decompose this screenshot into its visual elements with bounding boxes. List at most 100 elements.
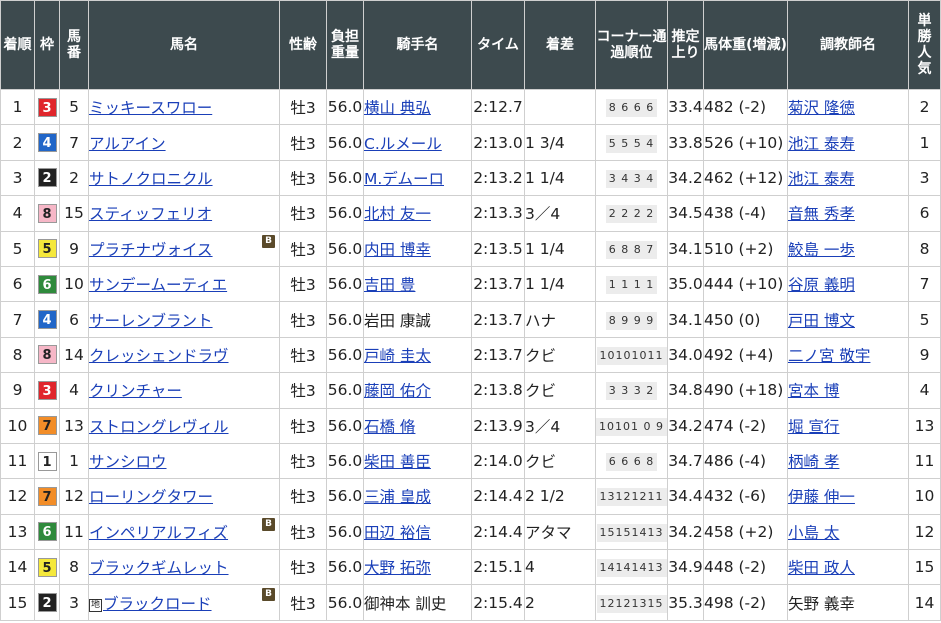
corner-cell: 6 6 6 8 (595, 442, 668, 480)
popularity-cell: 5 (908, 301, 941, 338)
horse-name-link[interactable]: ミッキースワロー (90, 99, 213, 117)
header-num: 馬番 (59, 0, 89, 90)
frame-badge: 4 (37, 133, 57, 153)
margin-cell: 1 3/4 (524, 124, 596, 161)
trainer-link[interactable]: 池江 泰寿 (789, 135, 855, 153)
jockey-link[interactable]: M.デムーロ (365, 170, 445, 188)
header-horse[interactable]: 馬名 (88, 0, 280, 90)
jockey-link[interactable]: 吉田 豊 (365, 276, 416, 294)
trainer-link[interactable]: 堀 宣行 (789, 418, 840, 436)
table-row: 11 1 1 サンシロウ 牡3 56.0 柴田 善臣 2:14.0 クビ 6 6 6 8 34.7 4… (0, 442, 941, 480)
jockey-link[interactable]: 大野 拓弥 (365, 559, 431, 577)
jockey-link[interactable]: 石橋 脩 (365, 418, 416, 436)
margin-cell: 3／4 (524, 195, 596, 232)
jockey-link[interactable]: 柴田 善臣 (365, 453, 431, 471)
jockey-cell: 藤岡 佑介 (363, 372, 472, 409)
corner-cell: 8 6 6 6 (595, 88, 668, 126)
trainer-cell: 池江 泰寿 (787, 124, 909, 161)
popularity-cell: 7 (908, 265, 941, 303)
horse-name-link[interactable]: ローリングタワー (90, 488, 214, 506)
body-weight-cell: 444 (+10) (703, 265, 788, 303)
time-cell: 2:13.9 (471, 407, 525, 444)
trainer-link[interactable]: 柄崎 孝 (789, 453, 840, 471)
header-jockey[interactable]: 騎手名 (363, 0, 472, 90)
horse-name-link[interactable]: インペリアルフィズ (90, 524, 229, 542)
jockey-link[interactable]: 北村 友一 (365, 205, 431, 223)
trainer-link[interactable]: 池江 泰寿 (789, 170, 855, 188)
rank-cell: 3 (0, 159, 35, 197)
trainer-link[interactable]: 小島 太 (789, 524, 840, 542)
blinker-icon: B (262, 588, 275, 602)
horse-number-cell: 4 (59, 372, 89, 409)
frame-cell: 5 (34, 230, 60, 267)
trainer-link[interactable]: 音無 秀孝 (789, 205, 855, 223)
horse-name-link[interactable]: プラチナヴォイス (90, 241, 213, 259)
sex-age-cell: 牡3 (279, 230, 327, 267)
jockey-link[interactable]: 三浦 皇成 (365, 488, 431, 506)
blinker-icon: B (262, 234, 275, 248)
margin-cell (524, 88, 596, 126)
jockey-link[interactable]: 横山 典弘 (365, 99, 431, 117)
frame-cell: 7 (34, 407, 60, 444)
trainer-link[interactable]: 菊沢 隆徳 (789, 99, 855, 117)
horse-name-link[interactable]: サンシロウ (90, 453, 167, 471)
trainer-link[interactable]: 伊藤 伸一 (789, 488, 855, 506)
sex-age-cell: 牡3 (279, 372, 327, 409)
table-row: 4 8 15 スティッフェリオ 牡3 56.0 北村 友一 2:13.3 3／4 2 2 2 2 3… (0, 195, 941, 232)
jockey-cell: 北村 友一 (363, 195, 472, 232)
jockey-name: 岩田 康誠 (364, 311, 431, 330)
horse-name-link[interactable]: クリンチャー (90, 382, 182, 400)
trainer-link[interactable]: 鮫島 一歩 (789, 241, 855, 259)
horse-name-link[interactable]: スティッフェリオ (90, 205, 213, 223)
jockey-link[interactable]: 戸崎 圭太 (365, 347, 431, 365)
rank-cell: 4 (0, 195, 35, 232)
frame-badge: 5 (37, 239, 57, 259)
horse-name-link[interactable]: アルアイン (90, 135, 166, 153)
sex-age-cell: 牡3 (279, 407, 327, 444)
trainer-link[interactable]: 宮本 博 (789, 382, 840, 400)
trainer-cell: 堀 宣行 (787, 407, 909, 444)
trainer-link[interactable]: 戸田 博文 (789, 312, 855, 330)
jockey-name: 御神本 訓史 (364, 594, 447, 613)
frame-badge: 4 (37, 310, 57, 330)
last3f-cell: 34.8 (667, 372, 704, 409)
corner-positions: 10101011 (596, 346, 667, 365)
jockey-link[interactable]: 藤岡 佑介 (365, 382, 431, 400)
jockey-cell: M.デムーロ (363, 159, 472, 197)
horse-name-cell: スティッフェリオ (88, 195, 280, 232)
jockey-link[interactable]: 田辺 裕信 (365, 524, 431, 542)
corner-positions: 1 1 1 1 (605, 276, 658, 295)
table-row: 15 2 3 地ブラックロード B 牡3 56.0 御神本 訓史 2:15.4 2 12121315… (0, 584, 941, 621)
trainer-cell: 鮫島 一歩 (787, 230, 909, 267)
horse-name-link[interactable]: クレッシェンドラヴ (90, 347, 229, 365)
body-weight-cell: 448 (-2) (703, 549, 788, 586)
corner-positions: 15151413 (596, 523, 667, 542)
trainer-name: 矢野 義幸 (788, 594, 855, 613)
table-row: 12 7 12 ローリングタワー 牡3 56.0 三浦 皇成 2:14.4 2 1/2 13121… (0, 478, 941, 515)
horse-name-link[interactable]: サーレンブラント (90, 312, 213, 330)
horse-number-cell: 1 (59, 442, 89, 480)
horse-name-link[interactable]: ブラックギムレット (90, 559, 229, 577)
corner-cell: 6 8 8 7 (595, 230, 668, 267)
sex-age-cell: 牡3 (279, 442, 327, 480)
trainer-cell: 伊藤 伸一 (787, 478, 909, 515)
header-trainer[interactable]: 調教師名 (787, 0, 909, 90)
jockey-link[interactable]: C.ルメール (365, 135, 442, 153)
trainer-link[interactable]: 谷原 義明 (789, 276, 855, 294)
margin-cell: アタマ (524, 513, 596, 551)
horse-name-link[interactable]: サンデームーティエ (90, 276, 228, 294)
margin-cell: 2 1/2 (524, 478, 596, 515)
table-row: 1 3 5 ミッキースワロー 牡3 56.0 横山 典弘 2:12.7 8 6 6 6 33.4 4… (0, 88, 941, 126)
trainer-link[interactable]: 二ノ宮 敬宇 (789, 347, 871, 365)
horse-name-link[interactable]: ストロングレヴィル (90, 418, 229, 436)
rank-cell: 12 (0, 478, 35, 515)
time-cell: 2:13.3 (471, 195, 525, 232)
horse-name-link[interactable]: サトノクロニクル (90, 170, 213, 188)
sex-age-cell: 牡3 (279, 88, 327, 126)
horse-name-link[interactable]: ブラックロード (103, 595, 212, 613)
weight-cell: 56.0 (326, 88, 364, 126)
trainer-link[interactable]: 柴田 政人 (789, 559, 855, 577)
trainer-cell: 小島 太 (787, 513, 909, 551)
race-results-table: 着順 枠 馬番 馬名 性齢 負担重量 騎手名 タイム 着差 コーナー通過順位 推… (0, 0, 941, 621)
jockey-link[interactable]: 内田 博幸 (365, 241, 431, 259)
